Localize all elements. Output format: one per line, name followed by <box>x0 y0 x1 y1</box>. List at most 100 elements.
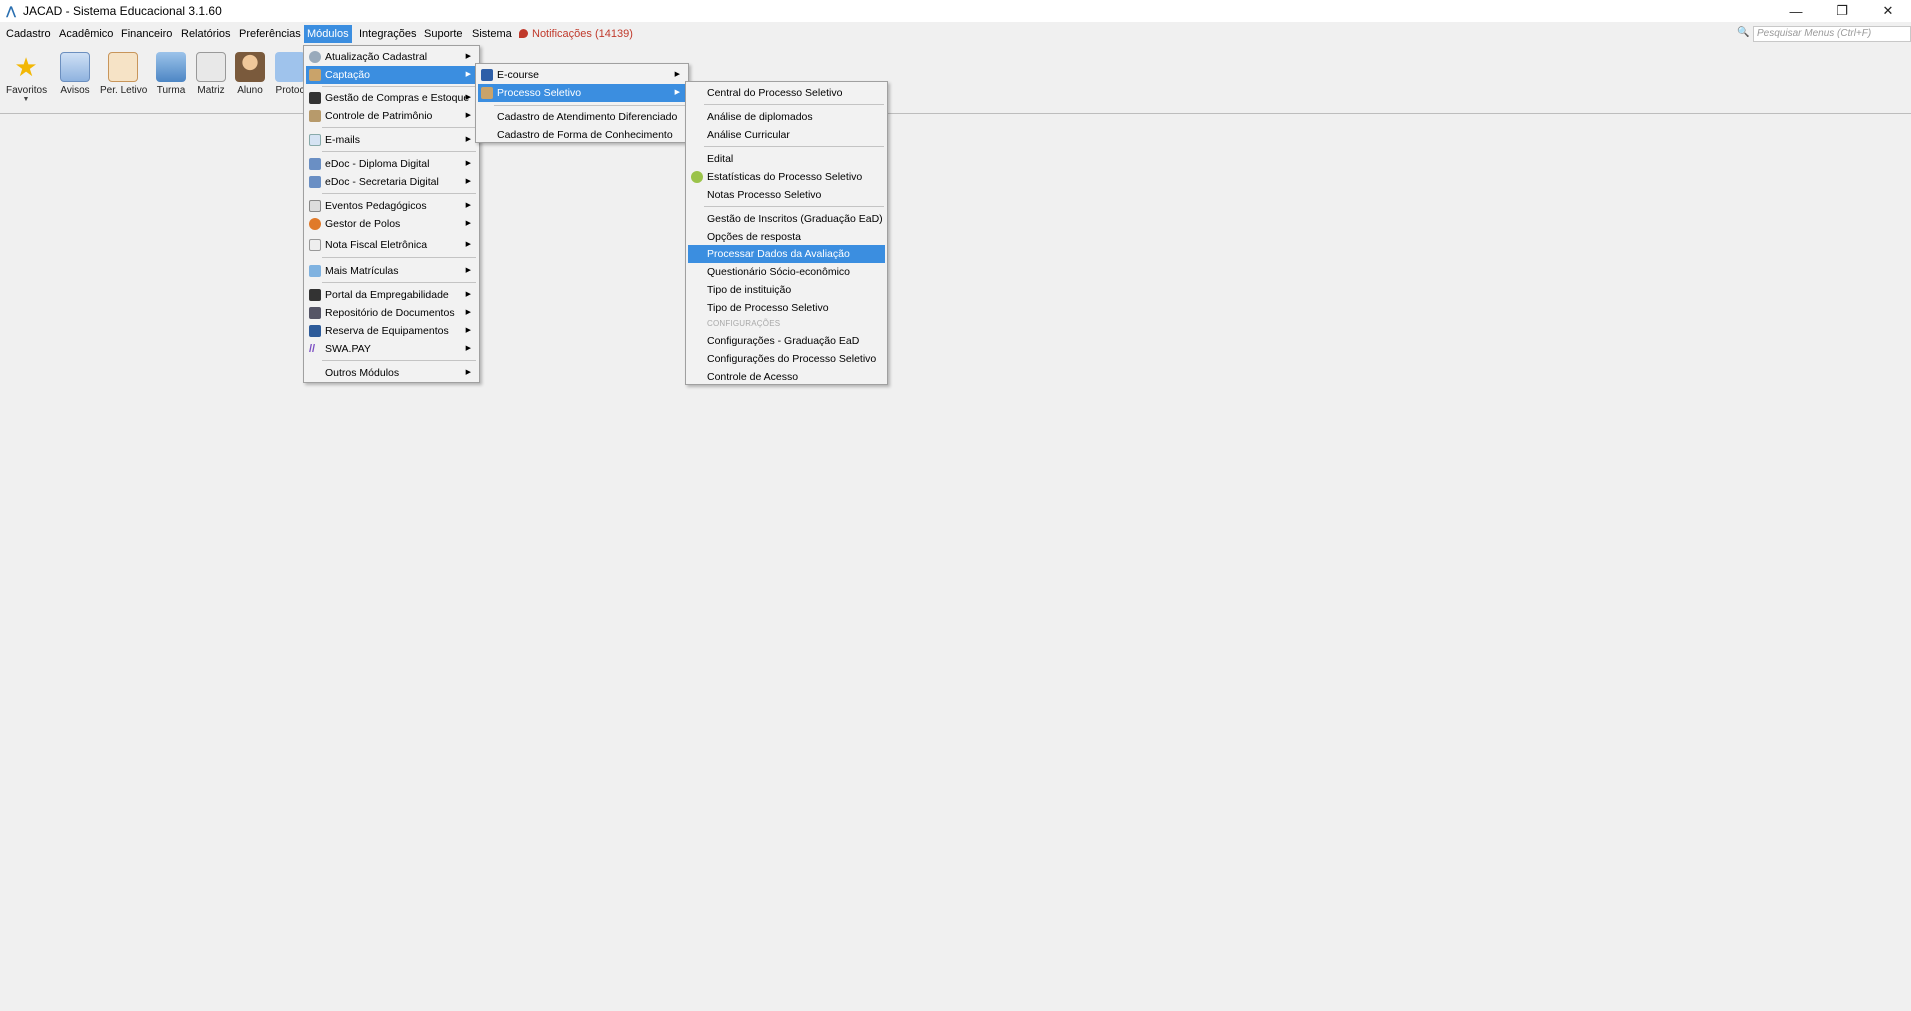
submenu-arrow-icon: ▶ <box>674 71 680 78</box>
menu-item-label: Questionário Sócio-econômico <box>707 266 850 278</box>
menu-modulos[interactable]: Módulos <box>304 25 352 43</box>
menu-relatorios[interactable]: Relatórios <box>178 25 234 43</box>
menu-preferencias[interactable]: Preferências <box>236 25 304 43</box>
restore-button[interactable]: ❐ <box>1819 0 1865 22</box>
menu-item-label: Análise Curricular <box>707 129 790 141</box>
menu-item-label: Portal da Empregabilidade <box>325 289 449 301</box>
menu-financeiro[interactable]: Financeiro <box>118 25 175 43</box>
menu-item-gestor-polos[interactable]: Gestor de Polos ▶ <box>306 215 477 233</box>
box-icon <box>309 110 321 122</box>
submenu-item-controle-acesso[interactable]: Controle de Acesso <box>688 368 885 386</box>
menu-item-repositorio-documentos[interactable]: Repositório de Documentos ▶ <box>306 304 477 322</box>
menu-item-controle-patrimonio[interactable]: Controle de Patrimônio ▶ <box>306 107 477 125</box>
submenu-item-central-processo[interactable]: Central do Processo Seletivo <box>688 84 885 102</box>
menu-item-captacao[interactable]: Captação ▶ <box>306 66 477 84</box>
toolbar-label: Aluno <box>237 85 263 96</box>
submenu-item-atendimento-diferenciado[interactable]: Cadastro de Atendimento Diferenciado <box>478 108 686 126</box>
submenu-arrow-icon: ▶ <box>465 160 471 167</box>
menu-item-reserva-equipamentos[interactable]: Reserva de Equipamentos ▶ <box>306 322 477 340</box>
menu-item-label: Estatísticas do Processo Seletivo <box>707 171 863 183</box>
submenu-arrow-icon: ▶ <box>465 369 471 376</box>
submenu-arrow-icon: ▶ <box>465 327 471 334</box>
menu-item-label: Configurações - Graduação EaD <box>707 335 860 347</box>
submenu-item-notas[interactable]: Notas Processo Seletivo <box>688 186 885 204</box>
menu-item-label: Controle de Acesso <box>707 371 799 383</box>
submenu-arrow-icon: ▶ <box>465 241 471 248</box>
section-configuracoes: CONFIGURAÇÕES <box>707 319 781 328</box>
menu-separator <box>494 105 685 106</box>
toolbar-protocolo[interactable]: Protoc <box>274 52 306 96</box>
submenu-arrow-icon: ▶ <box>465 202 471 209</box>
menu-sistema[interactable]: Sistema <box>469 25 515 43</box>
menu-academico[interactable]: Acadêmico <box>56 25 116 43</box>
menu-cadastro[interactable]: Cadastro <box>3 25 54 43</box>
menu-item-emails[interactable]: E-mails ▶ <box>306 131 477 149</box>
submenu-arrow-icon: ▶ <box>465 136 471 143</box>
submenu-item-analise-curricular[interactable]: Análise Curricular <box>688 126 885 144</box>
notifications-link[interactable]: Notificações (14139) <box>516 25 636 43</box>
menu-item-nota-fiscal[interactable]: Nota Fiscal Eletrônica ▶ <box>306 236 477 254</box>
submenu-item-gestao-inscritos[interactable]: Gestão de Inscritos (Graduação EaD) <box>688 210 885 228</box>
menu-item-edoc-secretaria[interactable]: eDoc - Secretaria Digital ▶ <box>306 173 477 191</box>
notifications-label: Notificações (14139) <box>532 28 633 40</box>
menu-item-label: Análise de diplomados <box>707 111 813 123</box>
submenu-arrow-icon: ▶ <box>465 220 471 227</box>
submenu-item-processo-seletivo[interactable]: Processo Seletivo ▶ <box>478 84 686 102</box>
submenu-arrow-icon: ▶ <box>465 291 471 298</box>
submenu-item-analise-diplomados[interactable]: Análise de diplomados <box>688 108 885 126</box>
menu-item-edoc-diploma[interactable]: eDoc - Diploma Digital ▶ <box>306 155 477 173</box>
submenu-item-estatisticas[interactable]: Estatísticas do Processo Seletivo <box>688 168 885 186</box>
menu-item-label: Gestão de Compras e Estoque <box>325 92 470 104</box>
student-icon <box>235 52 265 82</box>
toolbar-per-letivo[interactable]: Per. Letivo <box>100 52 147 96</box>
menu-item-label: eDoc - Secretaria Digital <box>325 176 439 188</box>
submenu-arrow-icon: ▶ <box>465 345 471 352</box>
submenu-item-tipo-instituicao[interactable]: Tipo de instituição <box>688 281 885 299</box>
calendar-icon <box>108 52 138 82</box>
search-menus-input[interactable]: Pesquisar Menus (Ctrl+F) <box>1753 26 1911 42</box>
menu-item-gestao-compras[interactable]: Gestão de Compras e Estoque ▶ <box>306 89 477 107</box>
submenu-item-config-ead[interactable]: Configurações - Graduação EaD <box>688 332 885 350</box>
submenu-item-forma-conhecimento[interactable]: Cadastro de Forma de Conhecimento <box>478 126 686 144</box>
submenu-item-processar-dados[interactable]: Processar Dados da Avaliação <box>688 245 885 263</box>
menu-item-portal-empregabilidade[interactable]: Portal da Empregabilidade ▶ <box>306 286 477 304</box>
toolbar-turma[interactable]: Turma <box>155 52 187 96</box>
menu-item-mais-matriculas[interactable]: Mais Matrículas ▶ <box>306 262 477 280</box>
menu-item-label: Cadastro de Forma de Conhecimento <box>497 129 673 141</box>
menu-item-label: Central do Processo Seletivo <box>707 87 843 99</box>
submenu-item-questionario[interactable]: Questionário Sócio-econômico <box>688 263 885 281</box>
close-button[interactable]: ✕ <box>1865 0 1911 22</box>
menu-item-label: Processar Dados da Avaliação <box>707 248 850 260</box>
cart-icon <box>309 92 321 104</box>
menu-separator <box>322 193 476 194</box>
menu-item-label: eDoc - Diploma Digital <box>325 158 430 170</box>
minimize-button[interactable]: — <box>1773 0 1819 22</box>
menu-item-label: Eventos Pedagógicos <box>325 200 427 212</box>
submenu-arrow-icon: ▶ <box>465 309 471 316</box>
submenu-arrow-icon: ▶ <box>465 71 471 78</box>
captacao-icon <box>309 69 321 81</box>
toolbar-favoritos[interactable]: ★ Favoritos ▼ <box>6 52 47 103</box>
menu-item-swa-pay[interactable]: // SWA.PAY ▶ <box>306 340 477 358</box>
submenu-item-edital[interactable]: Edital <box>688 150 885 168</box>
toolbar-matriz[interactable]: Matriz <box>195 52 227 96</box>
submenu-item-tipo-processo[interactable]: Tipo de Processo Seletivo <box>688 299 885 317</box>
chart-icon <box>691 171 703 183</box>
submenu-item-opcoes-resposta[interactable]: Opções de resposta <box>688 228 885 246</box>
processo-seletivo-submenu: Central do Processo Seletivo Análise de … <box>685 81 888 385</box>
submenu-item-e-course[interactable]: E-course ▶ <box>478 66 686 84</box>
nfe-icon <box>309 239 321 251</box>
modulos-dropdown: Atualização Cadastral ▶ Captação ▶ Gestão … <box>303 45 480 383</box>
secretaria-icon <box>309 176 321 188</box>
menu-item-eventos-pedagogicos[interactable]: Eventos Pedagógicos ▶ <box>306 197 477 215</box>
window-controls: — ❐ ✕ <box>1773 0 1911 22</box>
submenu-item-config-processo[interactable]: Configurações do Processo Seletivo <box>688 350 885 368</box>
toolbar-aluno[interactable]: Aluno <box>234 52 266 96</box>
menu-bar: Cadastro Acadêmico Financeiro Relatórios… <box>0 22 1911 46</box>
menu-separator <box>322 86 476 87</box>
menu-integracoes[interactable]: Integrações <box>356 25 419 43</box>
toolbar-avisos[interactable]: Avisos <box>58 52 92 96</box>
menu-suporte[interactable]: Suporte <box>421 25 466 43</box>
menu-item-atualizacao-cadastral[interactable]: Atualização Cadastral ▶ <box>306 48 477 66</box>
menu-item-outros-modulos[interactable]: Outros Módulos ▶ <box>306 364 477 382</box>
